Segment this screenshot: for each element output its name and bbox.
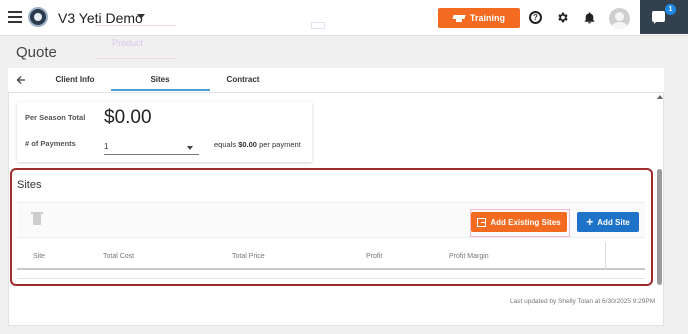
- training-label: Training: [469, 13, 505, 23]
- chat-badge: 1: [665, 4, 676, 15]
- add-site-label: Add Site: [597, 217, 630, 227]
- add-site-button[interactable]: + Add Site: [577, 212, 639, 232]
- back-arrow-icon[interactable]: [16, 75, 26, 85]
- season-total-label: Per Season Total: [25, 113, 86, 122]
- help-icon[interactable]: ?: [529, 11, 542, 24]
- payments-value: 1: [104, 142, 109, 151]
- column-divider: [605, 242, 606, 270]
- per-payment-amount: $0.00: [238, 140, 257, 149]
- tab-contract[interactable]: Contract: [208, 75, 278, 84]
- menu-icon[interactable]: [8, 11, 22, 23]
- tab-bar: Client Info Sites Contract: [8, 68, 664, 93]
- last-updated-text: Last updated by Shelly Tolan at 6/30/202…: [510, 298, 656, 305]
- logo-icon[interactable]: [28, 7, 48, 27]
- top-bar: V3 Yeti Demo Product Training ? 1: [0, 0, 688, 59]
- sites-title: Sites: [17, 179, 42, 191]
- column-header-site[interactable]: Site: [33, 253, 45, 260]
- plus-icon: +: [586, 215, 594, 229]
- column-header-total-price[interactable]: Total Price: [232, 253, 265, 260]
- overlay-mark: [311, 22, 325, 29]
- add-existing-sites-button[interactable]: Add Existing Sites: [470, 209, 570, 237]
- add-existing-label: Add Existing Sites: [490, 217, 561, 227]
- app-name[interactable]: V3 Yeti Demo: [58, 10, 143, 26]
- season-total-value: $0.00: [104, 107, 152, 128]
- sites-toolbar: Add Existing Sites + Add Site: [17, 202, 645, 238]
- per-payment-text: equals $0.00 per payment: [214, 140, 301, 149]
- chevron-down-icon: [187, 146, 193, 150]
- season-summary: Per Season Total $0.00 # of Payments 1 e…: [17, 102, 312, 162]
- tab-client-info[interactable]: Client Info: [40, 75, 110, 84]
- graduation-cap-icon: [453, 14, 465, 23]
- tab-sites[interactable]: Sites: [111, 75, 210, 91]
- overlay-text: Product: [112, 38, 144, 48]
- scroll-thumb[interactable]: [657, 169, 662, 285]
- payments-label: # of Payments: [25, 139, 76, 148]
- avatar[interactable]: [609, 8, 630, 29]
- trash-icon[interactable]: [31, 212, 43, 225]
- table-divider: [17, 278, 645, 279]
- scroll-up-icon[interactable]: [657, 95, 663, 99]
- bell-icon[interactable]: [583, 11, 596, 25]
- gear-icon[interactable]: [556, 11, 569, 24]
- chat-button[interactable]: 1: [640, 0, 688, 34]
- column-header-profit[interactable]: Profit: [366, 253, 382, 260]
- training-button[interactable]: Training: [438, 8, 520, 28]
- page-title: Quote: [16, 44, 57, 61]
- equals-suffix: per payment: [259, 140, 301, 149]
- sites-panel: Sites Add Existing Sites + Add Site Site…: [10, 168, 653, 286]
- add-existing-icon: [477, 217, 487, 227]
- chevron-down-icon[interactable]: [137, 14, 145, 19]
- chat-icon: [652, 11, 665, 24]
- payments-select[interactable]: 1: [104, 140, 199, 155]
- equals-prefix: equals: [214, 140, 237, 149]
- scrollbar[interactable]: [656, 95, 663, 286]
- sites-table-header: Site Total Cost Total Price Profit Profi…: [17, 242, 645, 270]
- column-header-profit-margin[interactable]: Profit Margin: [449, 253, 489, 260]
- column-header-total-cost[interactable]: Total Cost: [103, 253, 134, 260]
